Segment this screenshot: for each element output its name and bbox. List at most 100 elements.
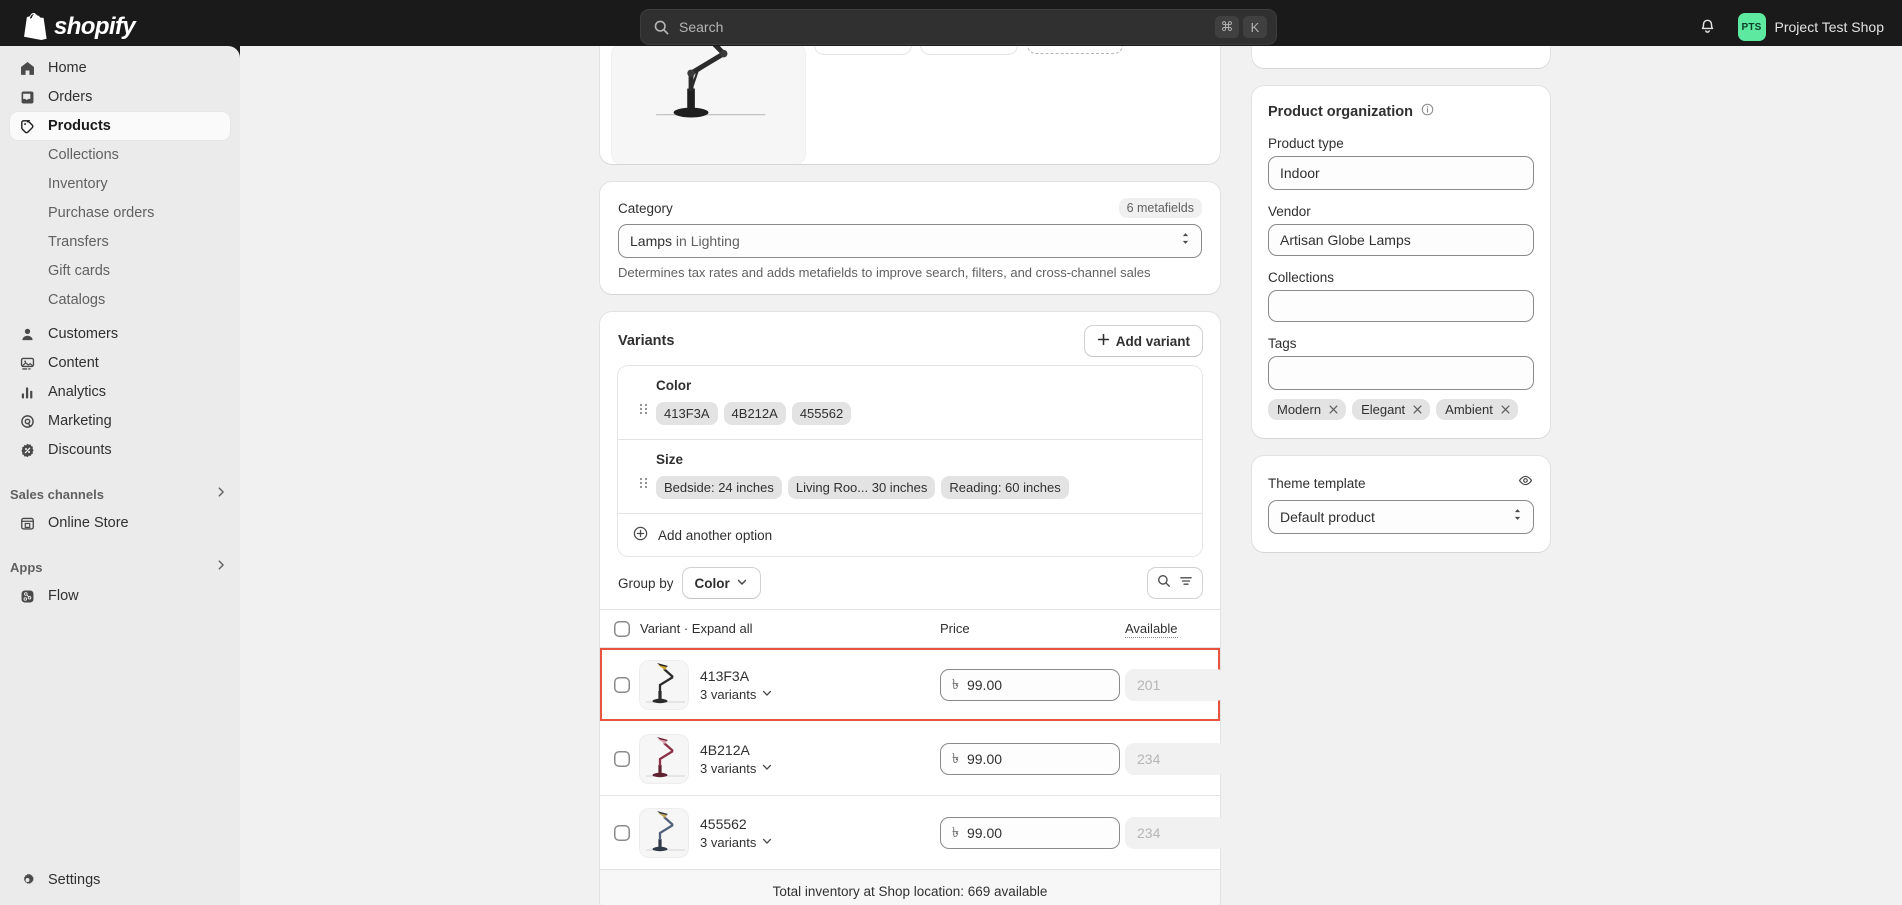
row-expand-variants[interactable]: 3 variants — [700, 687, 773, 702]
drag-handle-icon[interactable] — [632, 462, 654, 490]
sidebar-item-collections[interactable]: Collections — [10, 141, 230, 169]
row-price-cell: ৳ 99.00 — [940, 816, 1125, 849]
search-icon[interactable] — [1156, 573, 1172, 594]
row-variant-text: 4B212A 3 variants — [700, 742, 773, 776]
theme-template-select[interactable]: Default product — [1268, 500, 1534, 534]
flow-icon — [18, 587, 36, 605]
sidebar-item-purchase-orders[interactable]: Purchase orders — [10, 199, 230, 227]
content-image-icon — [18, 354, 36, 372]
product-type-input[interactable]: Indoor — [1268, 156, 1534, 190]
sidebar-item-customers[interactable]: Customers — [10, 320, 230, 348]
sidebar-item-label: Online Store — [48, 515, 129, 531]
sidebar-item-home[interactable]: Home — [10, 54, 230, 82]
add-variant-button[interactable]: Add variant — [1084, 326, 1202, 356]
sidebar-item-discounts[interactable]: Discounts — [10, 436, 230, 464]
account-menu[interactable]: PTS Project Test Shop — [1734, 10, 1892, 44]
account-name: Project Test Shop — [1774, 19, 1884, 35]
bell-icon — [1701, 19, 1714, 33]
select-all-checkbox[interactable] — [614, 620, 630, 637]
eye-icon[interactable] — [1517, 472, 1534, 494]
variants-header: Variants Add variant — [600, 312, 1220, 366]
price-input[interactable]: ৳ 99.00 — [940, 816, 1120, 849]
price-input[interactable]: ৳ 99.00 — [940, 742, 1120, 775]
row-expand-variants[interactable]: 3 variants — [700, 761, 773, 776]
media-thumbnail[interactable] — [612, 46, 805, 164]
close-icon[interactable] — [1412, 404, 1423, 415]
row-thumbnail[interactable] — [640, 660, 688, 709]
sidebar-item-gift-cards[interactable]: Gift cards — [10, 257, 230, 285]
row-checkbox[interactable] — [614, 750, 630, 767]
category-select[interactable]: Lamps in Lighting — [618, 224, 1202, 258]
sidebar-item-inventory[interactable]: Inventory — [10, 170, 230, 198]
sidebar-item-flow[interactable]: Flow — [10, 582, 230, 610]
sidebar-item-marketing[interactable]: Marketing — [10, 407, 230, 435]
group-by-value: Color — [694, 575, 730, 591]
sidebar-item-transfers[interactable]: Transfers — [10, 228, 230, 256]
sidebar-section-label: Apps — [10, 559, 43, 575]
variant-value-chip[interactable]: Bedside: 24 inches — [656, 476, 782, 499]
variant-option-name: Size — [656, 452, 684, 467]
media-card — [600, 46, 1220, 164]
tag-label: Elegant — [1361, 402, 1406, 417]
collections-label: Collections — [1268, 270, 1335, 285]
variant-value-chip[interactable]: 413F3A — [656, 402, 718, 425]
avatar: PTS — [1737, 13, 1766, 41]
variants-toolbar-buttons[interactable] — [1148, 568, 1202, 598]
variant-value-chip[interactable]: Reading: 60 inches — [941, 476, 1069, 499]
filter-icon[interactable] — [1178, 573, 1194, 594]
row-variant-cell: 455562 3 variants — [640, 808, 940, 857]
currency-symbol: ৳ — [952, 749, 959, 766]
media-upload-dropzone-stub[interactable] — [1027, 46, 1123, 54]
row-checkbox[interactable] — [614, 676, 630, 693]
tags-input[interactable] — [1268, 356, 1534, 390]
collections-input[interactable] — [1268, 290, 1534, 322]
row-expand-variants[interactable]: 3 variants — [700, 835, 773, 850]
sidebar-item-content[interactable]: Content — [10, 349, 230, 377]
sidebar-item-products[interactable]: Products — [10, 112, 230, 140]
category-label: Category — [618, 200, 673, 216]
table-row[interactable]: 413F3A 3 variants ৳ 99.00 201 — [600, 648, 1225, 722]
sidebar-item-online-store[interactable]: Online Store — [10, 509, 230, 537]
notifications-button[interactable] — [1692, 11, 1724, 43]
available-input[interactable]: 201 — [1125, 668, 1225, 701]
metafields-badge: 6 metafields — [1118, 198, 1202, 218]
vendor-label: Vendor — [1268, 204, 1311, 219]
variant-value-chip[interactable]: 4B212A — [723, 402, 786, 425]
table-row[interactable]: 455562 3 variants ৳ 99.00 234 — [600, 796, 1225, 870]
row-checkbox[interactable] — [614, 824, 630, 841]
row-thumbnail[interactable] — [640, 734, 688, 783]
sidebar-item-analytics[interactable]: Analytics — [10, 378, 230, 406]
shopify-logo[interactable]: shopify — [22, 13, 136, 41]
sidebar-section-apps[interactable]: Apps — [0, 552, 240, 582]
row-thumbnail[interactable] — [640, 808, 688, 857]
variants-table: Variant · Expand all Price Available 413… — [600, 609, 1225, 905]
available-input[interactable]: 234 — [1125, 742, 1225, 775]
search-input[interactable]: Search ⌘ K — [640, 9, 1277, 45]
close-icon[interactable] — [1500, 404, 1511, 415]
vendor-input[interactable]: Artisan Globe Lamps — [1268, 224, 1534, 256]
sidebar-item-settings[interactable]: Settings — [10, 866, 230, 894]
group-by-row: Group by Color — [600, 556, 1220, 609]
variants-table-header: Variant · Expand all Price Available — [600, 610, 1220, 648]
media-add-button-stub[interactable] — [921, 46, 1017, 54]
media-add-button-stub[interactable] — [815, 46, 911, 54]
group-by-select[interactable]: Color — [682, 568, 760, 598]
price-value: 99.00 — [966, 750, 1003, 767]
sidebar-subitem-label: Catalogs — [48, 292, 106, 308]
close-icon[interactable] — [1328, 404, 1339, 415]
variant-value-chip[interactable]: 455562 — [791, 402, 852, 425]
variant-value-chip[interactable]: Living Roo... 30 inches — [787, 476, 936, 499]
price-input[interactable]: ৳ 99.00 — [940, 668, 1120, 701]
products-tag-icon — [18, 117, 36, 135]
table-row[interactable]: 4B212A 3 variants ৳ 99.00 234 — [600, 722, 1225, 796]
sidebar-item-orders[interactable]: Orders — [10, 83, 230, 111]
available-input[interactable]: 234 — [1125, 816, 1225, 849]
drag-handle-icon[interactable] — [632, 388, 654, 416]
sidebar-item-catalogs[interactable]: Catalogs — [10, 286, 230, 314]
sidebar-subitem-label: Transfers — [48, 234, 109, 250]
add-another-option-button[interactable]: Add another option — [618, 514, 1202, 556]
info-circle-icon[interactable] — [1420, 102, 1435, 122]
sidebar-section-sales-channels[interactable]: Sales channels — [0, 479, 240, 509]
variant-option-body: Size Bedside: 24 inches Living Roo... 30… — [656, 452, 1188, 499]
